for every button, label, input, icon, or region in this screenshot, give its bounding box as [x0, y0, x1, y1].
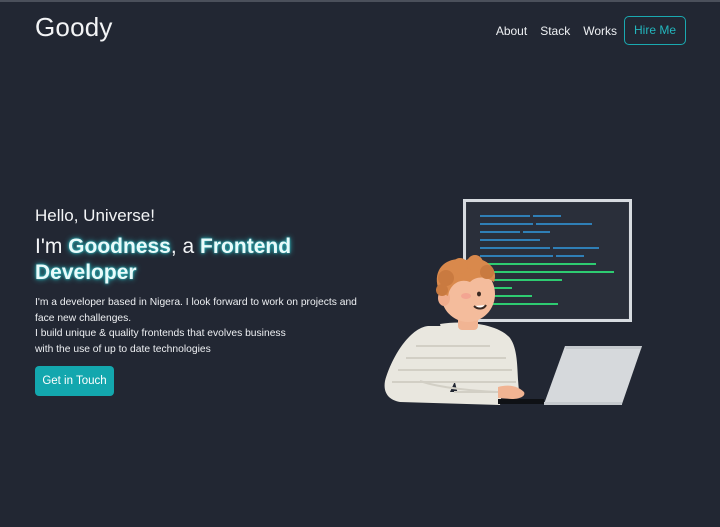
developer-at-laptop-illustration	[384, 199, 642, 405]
desc-line-1: I'm a developer based in Nigera. I look …	[35, 297, 357, 324]
top-border	[0, 0, 720, 2]
nav-works[interactable]: Works	[583, 24, 617, 38]
intro-prefix: I'm	[35, 235, 69, 258]
hero-description: I'm a developer based in Nigera. I look …	[35, 295, 375, 357]
nav-stack[interactable]: Stack	[540, 24, 570, 38]
get-in-touch-button[interactable]: Get in Touch	[35, 366, 114, 396]
hero-name: Goodness	[68, 235, 171, 258]
logo[interactable]: Goody	[35, 12, 113, 43]
desc-line-2: I build unique & quality frontends that …	[35, 328, 286, 339]
hero-headline: I'm Goodness, a Frontend Developer	[35, 234, 375, 286]
hero-section: Hello, Universe! I'm Goodness, a Fronten…	[35, 206, 375, 357]
hero-greeting: Hello, Universe!	[35, 206, 155, 225]
desc-line-3: with the use of up to date technologies	[35, 343, 211, 355]
hire-me-button[interactable]: Hire Me	[623, 16, 686, 45]
main-nav: About Stack Works Hire Me	[483, 16, 686, 45]
nav-about[interactable]: About	[496, 24, 527, 38]
intro-connector: , a	[170, 235, 201, 258]
